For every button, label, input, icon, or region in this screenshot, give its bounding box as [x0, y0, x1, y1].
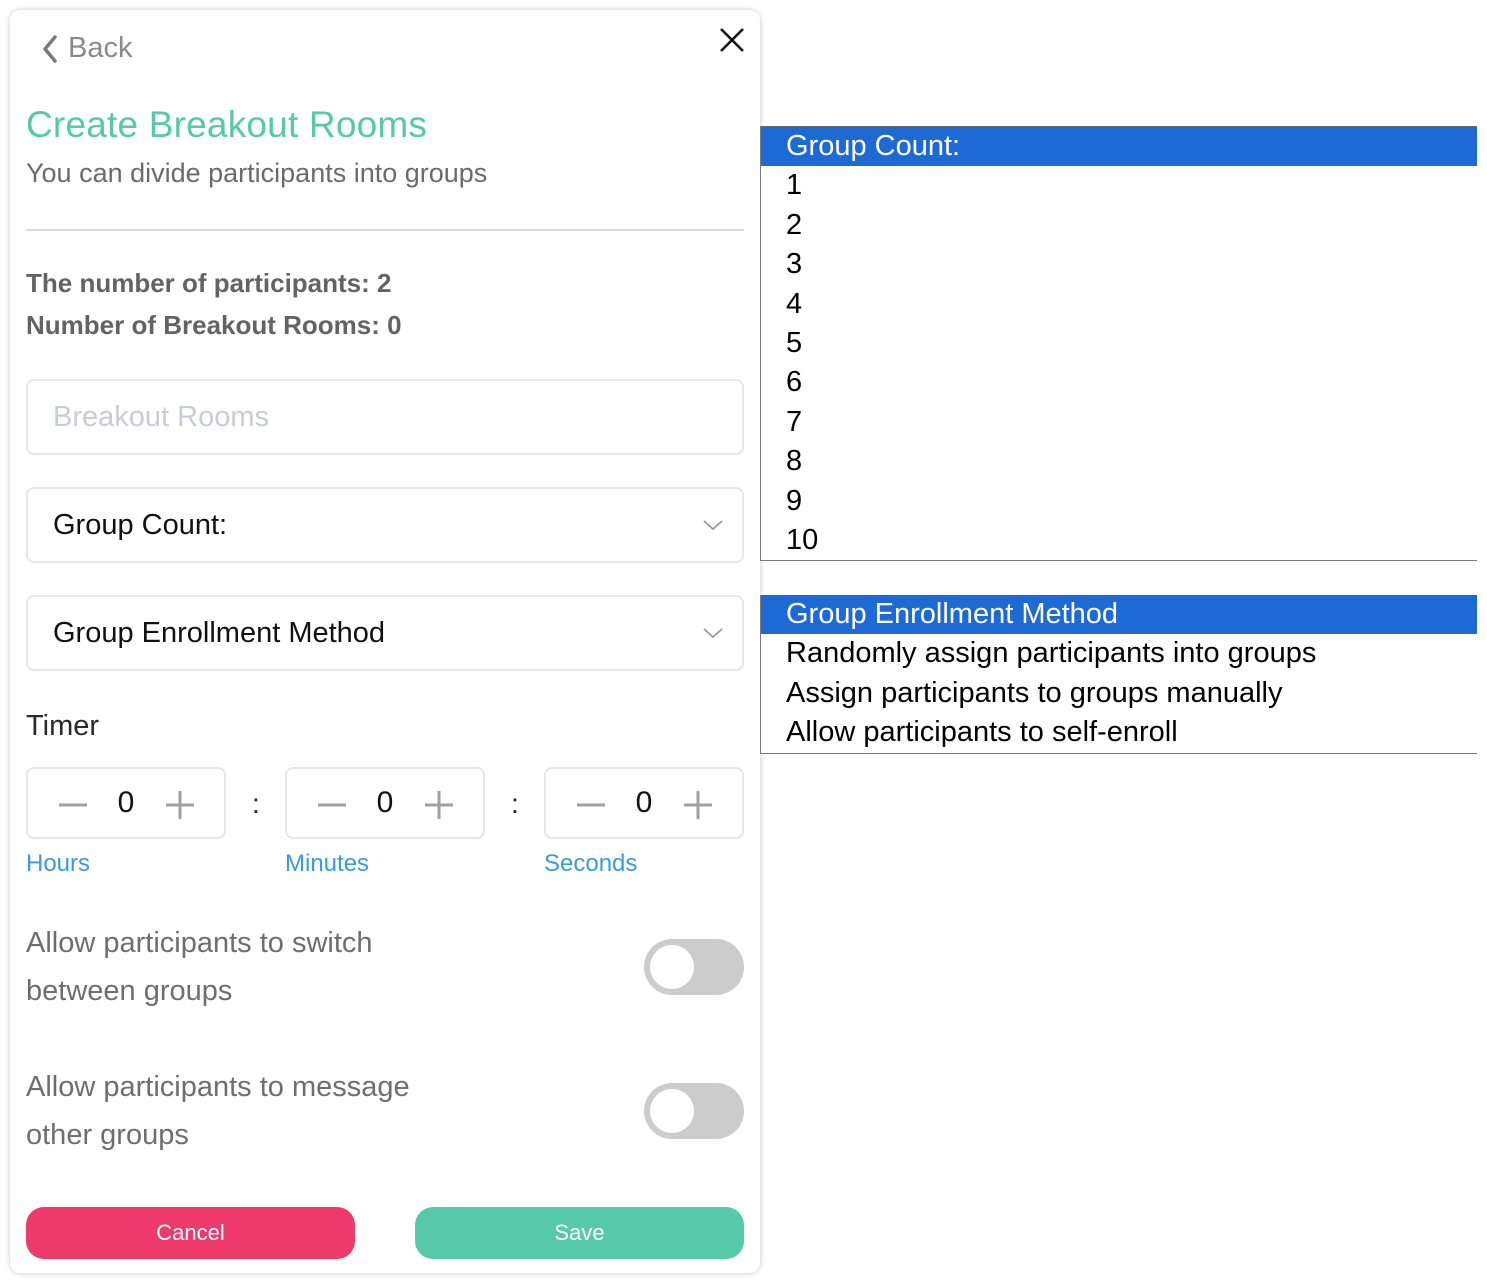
group-count-option[interactable]: 10 — [761, 521, 1477, 560]
group-count-option[interactable]: 2 — [761, 206, 1477, 245]
participants-count: The number of participants: 2 — [26, 268, 392, 298]
close-icon — [720, 28, 744, 52]
group-count-select[interactable]: Group Count: — [26, 487, 744, 563]
breakout-rooms-panel: Back Create Breakout Rooms You can divid… — [10, 10, 760, 1273]
chevron-left-icon — [43, 34, 57, 63]
group-count-option[interactable]: 4 — [761, 285, 1477, 324]
back-label: Back — [68, 32, 133, 64]
plus-icon[interactable] — [423, 789, 455, 821]
hours-label: Hours — [26, 850, 91, 877]
hours-stepper: 0 — [26, 767, 226, 839]
seconds-label: Seconds — [544, 850, 638, 877]
plus-icon[interactable] — [164, 789, 196, 821]
close-button[interactable] — [716, 24, 748, 56]
group-count-listbox: Group Count: 1 2 3 4 5 6 7 8 9 10 — [760, 126, 1477, 562]
group-count-option[interactable]: 7 — [761, 403, 1477, 442]
page-title: Create Breakout Rooms — [26, 104, 428, 145]
message-groups-label-line2: other groups — [26, 1119, 189, 1151]
divider — [26, 229, 744, 231]
switch-groups-label-line2: between groups — [26, 975, 233, 1007]
toggle-knob — [650, 945, 694, 989]
minutes-label: Minutes — [285, 850, 370, 877]
chevron-down-icon — [703, 520, 723, 531]
enrollment-method-select[interactable]: Group Enrollment Method — [26, 595, 744, 671]
switch-groups-toggle[interactable] — [644, 939, 744, 995]
chevron-down-icon — [703, 628, 723, 639]
enrollment-option[interactable]: Group Enrollment Method — [761, 595, 1477, 635]
group-count-value: Group Count: — [53, 508, 228, 541]
enrollment-option[interactable]: Assign participants to groups manually — [761, 674, 1477, 713]
group-count-option[interactable]: 1 — [761, 166, 1477, 205]
time-separator: : — [511, 788, 519, 819]
breakout-rooms-count: Number of Breakout Rooms: 0 — [26, 310, 402, 340]
minutes-stepper: 0 — [285, 767, 485, 839]
timer-label: Timer — [26, 710, 100, 742]
breakout-rooms-input[interactable] — [28, 381, 742, 453]
enrollment-method-listbox: Group Enrollment Method Randomly assign … — [760, 595, 1477, 754]
group-count-option[interactable]: Group Count: — [761, 127, 1477, 167]
enrollment-option[interactable]: Allow participants to self-enroll — [761, 713, 1477, 752]
page-subtitle: You can divide participants into groups — [26, 158, 488, 188]
switch-groups-label-line1: Allow participants to switch — [26, 927, 373, 959]
group-count-option[interactable]: 5 — [761, 324, 1477, 363]
breakout-rooms-field — [26, 379, 744, 455]
cancel-button[interactable]: Cancel — [26, 1207, 355, 1259]
seconds-stepper: 0 — [544, 767, 744, 839]
group-count-option[interactable]: 6 — [761, 363, 1477, 402]
toggle-knob — [650, 1089, 694, 1133]
enrollment-option[interactable]: Randomly assign participants into groups — [761, 634, 1477, 673]
enrollment-method-value: Group Enrollment Method — [53, 616, 386, 649]
plus-icon[interactable] — [682, 789, 714, 821]
save-button[interactable]: Save — [415, 1207, 744, 1259]
time-separator: : — [252, 788, 260, 819]
back-button[interactable]: Back — [40, 32, 132, 65]
message-groups-toggle[interactable] — [644, 1083, 744, 1139]
group-count-option[interactable]: 8 — [761, 442, 1477, 481]
switch-groups-label: Allow participants to switch between gro… — [26, 919, 373, 1015]
group-count-option[interactable]: 9 — [761, 482, 1477, 521]
group-count-option[interactable]: 3 — [761, 245, 1477, 284]
message-groups-label: Allow participants to message other grou… — [26, 1063, 410, 1159]
message-groups-label-line1: Allow participants to message — [26, 1071, 410, 1103]
